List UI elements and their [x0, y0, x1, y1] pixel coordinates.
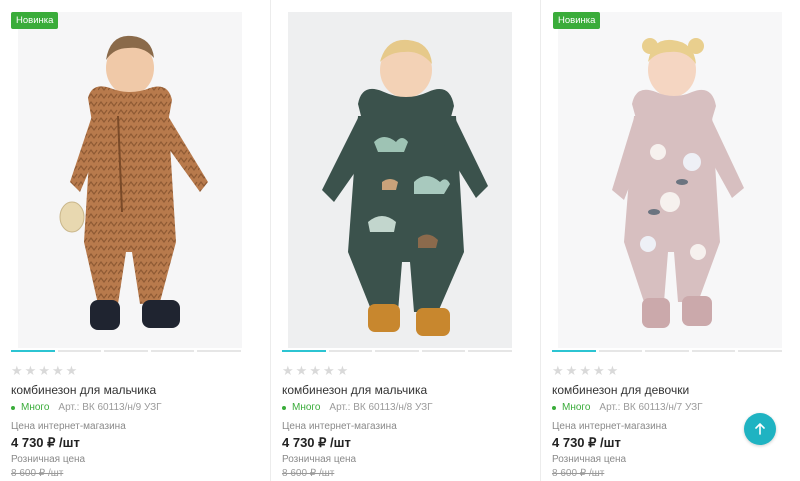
retail-price: 8 600 ₽ /шт — [11, 468, 64, 479]
star-icon: ★ — [606, 363, 619, 378]
stock-info: Много Арт.: ВК 60113/н/8 УЗГ — [282, 402, 433, 413]
article-number: Арт.: ВК 60113/н/9 УЗГ — [58, 402, 162, 413]
star-icon: ★ — [65, 363, 78, 378]
slider-dot[interactable] — [598, 350, 643, 352]
slider-dot[interactable] — [375, 350, 419, 352]
stock-dot-icon — [552, 405, 556, 410]
product-title[interactable]: комбинезон для мальчика — [11, 383, 156, 397]
online-price: 4 730 ₽ /шт — [282, 435, 351, 450]
slider-dot[interactable] — [282, 350, 326, 352]
retail-price: 8 600 ₽ /шт — [552, 468, 605, 479]
slider-dot[interactable] — [150, 350, 195, 352]
slider-dot[interactable] — [691, 350, 736, 352]
image-slider-indicator[interactable] — [552, 350, 782, 352]
online-price-label: Цена интернет-магазина — [11, 421, 126, 432]
stock-status: Много — [292, 402, 321, 413]
slider-dot[interactable] — [552, 350, 596, 352]
new-badge: Новинка — [553, 12, 601, 29]
scroll-to-top-button[interactable] — [744, 413, 776, 445]
product-photo[interactable] — [18, 12, 242, 348]
rating-stars: ★ ★ ★ ★ ★ — [11, 364, 77, 377]
product-card[interactable]: Новинка ★ ★ ★ ★ ★ комбинезон для мальчик… — [0, 0, 270, 481]
star-icon: ★ — [282, 363, 294, 378]
star-icon: ★ — [38, 363, 50, 378]
slider-dot[interactable] — [328, 350, 373, 352]
star-icon: ★ — [579, 363, 591, 378]
product-image-pink-snowsuit — [612, 38, 744, 328]
product-card[interactable]: ★ ★ ★ ★ ★ комбинезон для мальчика Много … — [270, 0, 541, 481]
slider-dot[interactable] — [104, 350, 148, 352]
arrow-up-icon — [755, 423, 765, 435]
product-title[interactable]: комбинезон для девочки — [552, 383, 689, 397]
slider-dot[interactable] — [421, 350, 466, 352]
image-slider-indicator[interactable] — [282, 350, 512, 352]
stock-info: Много Арт.: ВК 60113/н/9 УЗГ — [11, 402, 162, 413]
star-icon: ★ — [295, 363, 308, 378]
retail-price: 8 600 ₽ /шт — [282, 468, 335, 479]
stock-dot-icon — [11, 405, 15, 410]
online-price: 4 730 ₽ /шт — [552, 435, 621, 450]
stock-status: Много — [562, 402, 591, 413]
star-icon: ★ — [309, 363, 321, 378]
image-slider-indicator[interactable] — [11, 350, 241, 352]
star-icon: ★ — [24, 363, 37, 378]
slider-dot[interactable] — [738, 350, 782, 352]
online-price-label: Цена интернет-магазина — [282, 421, 397, 432]
retail-price-label: Розничная цена — [282, 454, 357, 465]
star-icon: ★ — [336, 363, 349, 378]
retail-price-label: Розничная цена — [11, 454, 86, 465]
slider-dot[interactable] — [11, 350, 55, 352]
star-icon: ★ — [11, 363, 23, 378]
product-card[interactable]: Новинка ★ ★ ★ ★ ★ комбинезон для девочки… — [540, 0, 800, 481]
stock-info: Много Арт.: ВК 60113/н/7 УЗГ — [552, 402, 703, 413]
star-icon: ★ — [565, 363, 578, 378]
new-badge: Новинка — [11, 12, 59, 29]
product-image-green-snowsuit — [322, 39, 488, 336]
star-icon: ★ — [51, 363, 64, 378]
product-grid: Новинка ★ ★ ★ ★ ★ комбинезон для мальчик… — [0, 0, 800, 481]
online-price-label: Цена интернет-магазина — [552, 421, 667, 432]
slider-dot[interactable] — [57, 350, 102, 352]
slider-dot[interactable] — [197, 350, 241, 352]
slider-dot[interactable] — [468, 350, 512, 352]
stock-dot-icon — [282, 405, 286, 410]
stock-status: Много — [21, 402, 50, 413]
article-number: Арт.: ВК 60113/н/7 УЗГ — [599, 402, 703, 413]
article-number: Арт.: ВК 60113/н/8 УЗГ — [329, 402, 433, 413]
product-image-brown-snowsuit — [59, 35, 208, 330]
product-title[interactable]: комбинезон для мальчика — [282, 383, 427, 397]
retail-price-label: Розничная цена — [552, 454, 627, 465]
online-price: 4 730 ₽ /шт — [11, 435, 80, 450]
star-icon: ★ — [592, 363, 605, 378]
slider-dot[interactable] — [645, 350, 689, 352]
star-icon: ★ — [322, 363, 335, 378]
star-icon: ★ — [552, 363, 564, 378]
product-photo[interactable] — [558, 12, 782, 348]
product-photo[interactable] — [288, 12, 512, 348]
rating-stars: ★ ★ ★ ★ ★ — [552, 364, 618, 377]
rating-stars: ★ ★ ★ ★ ★ — [282, 364, 348, 377]
